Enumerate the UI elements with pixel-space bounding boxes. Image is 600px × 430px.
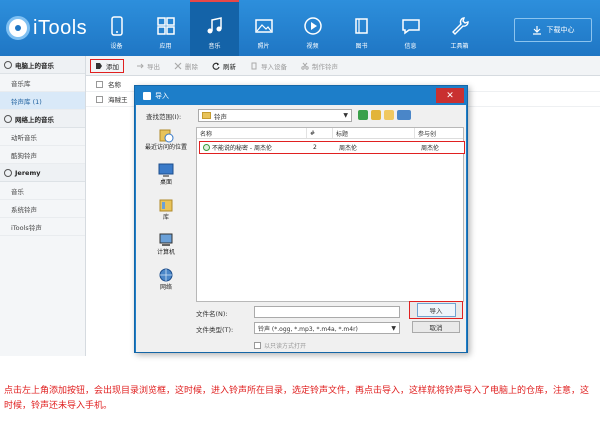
file-row[interactable]: 不能说的秘密 - 周杰伦 2 周杰伦 周杰伦 xyxy=(199,141,465,154)
dialog-title-bar[interactable]: 导入 xyxy=(135,86,467,105)
nav-toolbox[interactable]: 工具箱 xyxy=(435,0,484,56)
readonly-checkbox[interactable]: 以只读方式打开 xyxy=(254,341,306,350)
sidebar-item-ringtone-library[interactable]: 铃声库 (1) xyxy=(0,92,85,110)
places-bar: 最近访问的位置 桌面 库 计算机 网络 xyxy=(140,127,192,302)
make-ringtone-button[interactable]: 制作铃声 xyxy=(299,59,340,73)
refresh-icon xyxy=(212,62,220,70)
nav-photos[interactable]: 照片 xyxy=(239,0,288,56)
nav-apps[interactable]: 应用 xyxy=(141,0,190,56)
nav-device[interactable]: 设备 xyxy=(92,0,141,56)
sidebar-section-device: Jeremy xyxy=(0,164,85,182)
device-icon xyxy=(4,168,12,177)
filetype-combo[interactable]: 铃声 (*.ogg, *.mp3, *.m4a, *.m4r) ▼ xyxy=(254,322,400,334)
computer-icon xyxy=(159,233,173,246)
export-button[interactable]: 导出 xyxy=(134,59,162,73)
nav-video[interactable]: 视频 xyxy=(288,0,337,56)
nav-books[interactable]: 图书 xyxy=(337,0,386,56)
import-dialog: 导入 ✕ 查找范围(I): 铃声 ▼ 最近访问的位置 桌面 库 计算机 网络 名… xyxy=(134,85,468,353)
export-icon xyxy=(137,63,144,68)
file-list: 名称 # 标题 参与创 不能说的秘密 - 周杰伦 2 周杰伦 周杰伦 xyxy=(196,127,465,302)
instruction-caption: 点击左上角添加按钮，会出现目录浏览框，这时候，进入铃声所在目录，选定铃声文件，再… xyxy=(4,386,590,411)
apps-icon xyxy=(156,17,175,35)
folder-icon xyxy=(202,112,211,119)
add-tag-icon xyxy=(96,62,102,69)
download-center-button[interactable]: 下载中心 xyxy=(514,18,592,42)
refresh-button[interactable]: 刷新 xyxy=(210,59,238,73)
toolbar: 添加 导出 删除 刷新 导入设备 制作铃声 xyxy=(86,56,600,76)
sidebar-item-kugou[interactable]: 酷狗铃声 xyxy=(0,146,85,164)
sidebar-item-device-music[interactable]: 音乐 xyxy=(0,182,85,200)
message-icon xyxy=(401,19,420,35)
sidebar-item-dongting[interactable]: 动听音乐 xyxy=(0,128,85,146)
globe-icon xyxy=(4,114,12,123)
library-icon xyxy=(159,199,173,212)
look-in-tools xyxy=(358,110,411,120)
row-checkbox[interactable] xyxy=(96,95,103,103)
import-button[interactable]: 导入 xyxy=(409,301,463,319)
recent-places-icon xyxy=(159,129,174,143)
delete-button[interactable]: 删除 xyxy=(172,59,200,73)
dialog-app-icon xyxy=(143,91,151,100)
nav-music[interactable]: 音乐 xyxy=(190,0,239,56)
sidebar-item-music-library[interactable]: 音乐库 xyxy=(0,74,85,92)
sidebar-item-itools-ringtones[interactable]: iTools铃声 xyxy=(0,218,85,236)
wrench-icon xyxy=(451,17,469,35)
file-list-header: 名称 # 标题 参与创 xyxy=(197,128,463,139)
scissors-icon xyxy=(301,62,309,70)
delete-x-icon xyxy=(174,62,182,69)
photo-icon xyxy=(254,19,273,33)
top-bar: iTools 设备 应用 音乐 照片 视频 图书 信息 工具箱 下载中心 xyxy=(0,0,600,56)
back-icon[interactable] xyxy=(358,110,368,120)
place-libraries[interactable]: 库 xyxy=(140,197,192,232)
music-note-icon xyxy=(207,17,222,34)
chevron-down-icon: ▼ xyxy=(391,325,396,332)
cancel-button[interactable]: 取消 xyxy=(412,321,460,333)
filename-input[interactable] xyxy=(254,306,400,318)
desktop-icon xyxy=(158,163,174,177)
checkbox-box xyxy=(254,342,261,349)
chevron-down-icon: ▼ xyxy=(343,112,348,119)
download-icon xyxy=(532,26,541,35)
add-button[interactable]: 添加 xyxy=(90,58,124,73)
up-folder-icon[interactable] xyxy=(371,110,381,120)
sidebar-item-system-ringtones[interactable]: 系统铃声 xyxy=(0,200,85,218)
view-menu-icon[interactable] xyxy=(397,110,411,120)
select-all-checkbox[interactable] xyxy=(96,80,103,88)
logo-icon xyxy=(6,16,30,40)
new-folder-icon[interactable] xyxy=(384,110,394,120)
column-title[interactable]: 标题 xyxy=(333,128,415,138)
place-computer[interactable]: 计算机 xyxy=(140,232,192,267)
import-device-button[interactable]: 导入设备 xyxy=(248,59,289,73)
network-icon xyxy=(159,268,173,282)
video-play-icon xyxy=(303,17,322,35)
column-name[interactable]: 名称 xyxy=(197,128,307,138)
app-name: iTools xyxy=(33,16,88,39)
filename-label: 文件名(N): xyxy=(196,310,228,318)
look-in-label: 查找范围(I): xyxy=(146,113,182,121)
sidebar-section-web-music: 网络上的音乐 xyxy=(0,110,85,128)
column-artist[interactable]: 参与创 xyxy=(415,128,463,138)
dialog-body: 查找范围(I): 铃声 ▼ 最近访问的位置 桌面 库 计算机 网络 名称 # 标… xyxy=(136,105,466,352)
look-in-combo[interactable]: 铃声 ▼ xyxy=(198,109,352,122)
audio-file-icon xyxy=(203,144,210,151)
main-nav: 设备 应用 音乐 照片 视频 图书 信息 工具箱 xyxy=(92,0,484,56)
computer-icon xyxy=(4,60,12,69)
place-desktop[interactable]: 桌面 xyxy=(140,162,192,197)
filetype-label: 文件类型(T): xyxy=(196,326,234,334)
sidebar-section-pc-music: 电脑上的音乐 xyxy=(0,56,85,74)
sidebar: 电脑上的音乐 音乐库 铃声库 (1) 网络上的音乐 动听音乐 酷狗铃声 Jere… xyxy=(0,56,86,356)
book-icon xyxy=(354,18,368,34)
phone-icon xyxy=(110,16,123,36)
app-logo: iTools xyxy=(6,10,87,46)
place-network[interactable]: 网络 xyxy=(140,267,192,302)
nav-messages[interactable]: 信息 xyxy=(386,0,435,56)
column-track[interactable]: # xyxy=(307,128,333,138)
close-icon: ✕ xyxy=(446,90,454,101)
place-recent[interactable]: 最近访问的位置 xyxy=(140,127,192,162)
dialog-close-button[interactable]: ✕ xyxy=(436,88,464,103)
import-device-icon xyxy=(251,62,257,69)
